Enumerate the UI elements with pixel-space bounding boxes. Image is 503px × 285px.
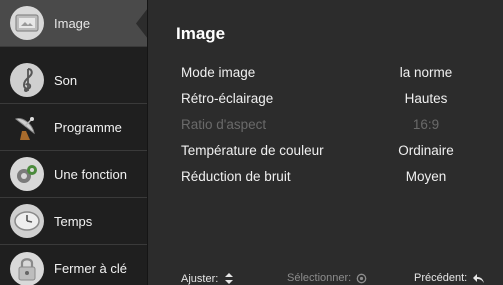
setting-row-reduction-bruit[interactable]: Réduction de bruit Moyen (181, 169, 481, 191)
setting-row-ratio-aspect: Ratio d'aspect 16:9 (181, 117, 481, 139)
setting-label: Mode image (181, 65, 256, 80)
hint-adjust: Ajuster: (181, 272, 235, 285)
setting-value: Hautes (404, 91, 448, 106)
setting-label: Réduction de bruit (181, 169, 291, 184)
key-hints: Ajuster: Sélectionner: Précédent: (148, 272, 503, 285)
function-icon (10, 157, 44, 191)
setting-row-mode-image[interactable]: Mode image la norme (181, 65, 481, 87)
setting-label: Rétro-éclairage (181, 91, 274, 106)
sidebar-item-label: Son (54, 72, 78, 88)
sidebar-item-label: Une fonction (54, 166, 127, 182)
setting-value: Ordinaire (398, 143, 454, 158)
sidebar-item-label: Temps (54, 213, 93, 229)
lock-icon (10, 251, 44, 285)
up-down-arrows-icon (225, 273, 234, 284)
active-pointer-icon (136, 8, 148, 39)
tv-menu-screen: Image Son Programme Une fonction Temps F… (0, 0, 503, 285)
sidebar-item-programme[interactable]: Programme (0, 104, 148, 151)
image-icon (10, 6, 44, 40)
hint-select-label: Sélectionner: (287, 272, 352, 284)
setting-row-temperature-couleur[interactable]: Température de couleur Ordinaire (181, 143, 481, 165)
setting-value: la norme (399, 65, 453, 80)
sidebar: Image Son Programme Une fonction Temps F… (0, 0, 148, 285)
hint-back-label: Précédent: (414, 272, 468, 284)
sidebar-item-label: Fermer à clé (54, 261, 127, 276)
sidebar-item-label: Programme (54, 119, 122, 135)
sidebar-item-fermer-a-cle[interactable]: Fermer à clé (0, 245, 148, 285)
main-panel: Image Mode image la norme Rétro-éclairag… (148, 0, 503, 285)
hint-select: Sélectionner: (287, 272, 367, 284)
setting-label: Ratio d'aspect (181, 117, 267, 132)
sidebar-item-son[interactable]: Son (0, 57, 148, 104)
sidebar-item-label: Image (54, 15, 91, 31)
setting-value: Moyen (405, 169, 447, 184)
hint-back: Précédent: (414, 272, 485, 284)
setting-value: 16:9 (412, 117, 440, 132)
clock-icon (10, 204, 44, 238)
sidebar-item-temps[interactable]: Temps (0, 198, 148, 245)
sidebar-item-une-fonction[interactable]: Une fonction (0, 151, 148, 198)
setting-row-retro-eclairage[interactable]: Rétro-éclairage Hautes (181, 91, 481, 113)
setting-label: Température de couleur (181, 143, 324, 158)
ok-circle-icon (356, 273, 367, 283)
return-arrow-icon (473, 273, 485, 283)
music-note-icon (10, 63, 44, 97)
satellite-dish-icon (10, 110, 44, 144)
hint-adjust-label: Ajuster: (181, 272, 219, 285)
sidebar-item-image[interactable]: Image (0, 0, 148, 47)
page-title: Image (176, 24, 226, 43)
